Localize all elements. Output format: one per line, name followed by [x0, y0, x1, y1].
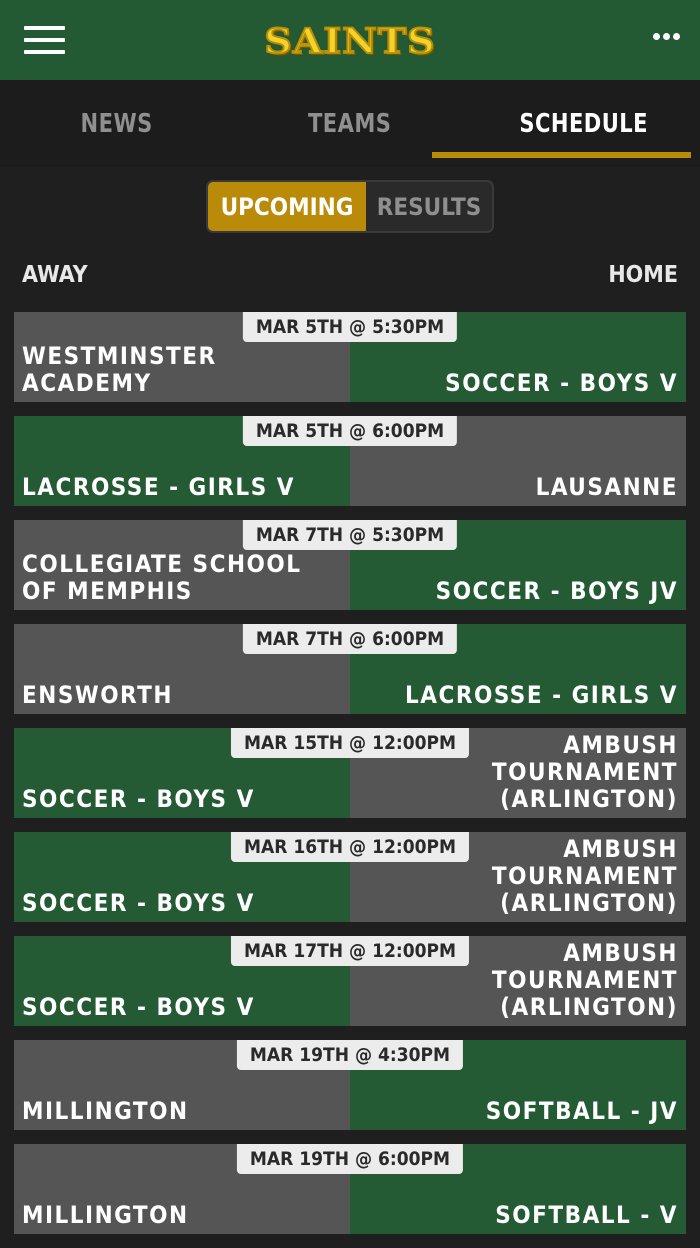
away-team-name: ENSWORTH: [22, 681, 173, 709]
game-date-badge: MAR 16TH @ 12:00PM: [230, 832, 470, 862]
game-row[interactable]: SOCCER - BOYS V AMBUSH TOURNAMENT (ARLINGT…: [14, 728, 686, 818]
game-date-badge: MAR 7TH @ 6:00PM: [242, 624, 458, 654]
game-date-badge: MAR 19TH @ 6:00PM: [236, 1144, 464, 1174]
home-team-name: AMBUSH TOURNAMENT (ARLINGTON): [491, 835, 678, 917]
column-labels: AWAY HOME: [22, 262, 678, 294]
home-team-name: LACROSSE - GIRLS V: [405, 681, 678, 709]
game-date-badge: MAR 19TH @ 4:30PM: [236, 1040, 464, 1070]
game-row[interactable]: MILLINGTON SOFTBALL - JV MAR 19TH @ 4:30…: [14, 1040, 686, 1130]
results-segment[interactable]: RESULTS: [366, 182, 492, 231]
home-team-name: SOFTBALL - JV: [485, 1097, 678, 1125]
game-date-badge: MAR 17TH @ 12:00PM: [230, 936, 470, 966]
away-team-name: MILLINGTON: [22, 1201, 189, 1229]
active-tab-indicator: [432, 152, 691, 158]
saints-logo: SAINTS: [263, 18, 436, 61]
game-row[interactable]: ENSWORTH LACROSSE - GIRLS V MAR 7TH @ 6:…: [14, 624, 686, 714]
tab-teams[interactable]: TEAMS: [245, 80, 455, 167]
main-tabs: NEWS TEAMS SCHEDULE: [0, 80, 700, 167]
game-row[interactable]: MILLINGTON SOFTBALL - V MAR 19TH @ 6:00P…: [14, 1144, 686, 1234]
home-team-name: SOCCER - BOYS JV: [435, 577, 678, 605]
more-options-icon[interactable]: [653, 33, 680, 40]
home-team-name: AMBUSH TOURNAMENT (ARLINGTON): [491, 939, 678, 1021]
game-row[interactable]: COLLEGIATE SCHOOL OF MEMPHIS SOCCER - BOY…: [14, 520, 686, 610]
schedule-filter: UPCOMING RESULTS: [206, 180, 494, 233]
upcoming-segment[interactable]: UPCOMING: [208, 182, 366, 231]
game-date-badge: MAR 5TH @ 6:00PM: [242, 416, 458, 446]
game-row[interactable]: WESTMINSTER ACADEMY SOCCER - BOYS V MAR 5…: [14, 312, 686, 402]
away-team-name: SOCCER - BOYS V: [22, 889, 255, 917]
game-row[interactable]: LACROSSE - GIRLS V LAUSANNE MAR 5TH @ 6:…: [14, 416, 686, 506]
home-column-label: HOME: [608, 262, 678, 288]
away-team-name: SOCCER - BOYS V: [22, 993, 255, 1021]
game-date-badge: MAR 5TH @ 5:30PM: [242, 312, 458, 342]
away-team-name: SOCCER - BOYS V: [22, 785, 255, 813]
home-team-name: SOCCER - BOYS V: [445, 369, 678, 397]
game-row[interactable]: SOCCER - BOYS V AMBUSH TOURNAMENT (ARLINGT…: [14, 832, 686, 922]
game-date-badge: MAR 7TH @ 5:30PM: [242, 520, 458, 550]
away-team-name: MILLINGTON: [22, 1097, 189, 1125]
away-team-name: COLLEGIATE SCHOOL OF MEMPHIS: [22, 550, 302, 605]
app-header: SAINTS: [0, 0, 700, 80]
menu-icon[interactable]: [24, 26, 65, 54]
away-team-name: WESTMINSTER ACADEMY: [22, 342, 217, 397]
home-team-name: LAUSANNE: [535, 473, 678, 501]
away-column-label: AWAY: [22, 262, 88, 288]
away-team-name: LACROSSE - GIRLS V: [22, 473, 295, 501]
home-team-name: SOFTBALL - V: [495, 1201, 678, 1229]
tab-news[interactable]: NEWS: [12, 80, 222, 167]
games-list: WESTMINSTER ACADEMY SOCCER - BOYS V MAR 5…: [14, 312, 686, 1248]
game-row[interactable]: SOCCER - BOYS V AMBUSH TOURNAMENT (ARLINGT…: [14, 936, 686, 1026]
home-team-name: AMBUSH TOURNAMENT (ARLINGTON): [491, 731, 678, 813]
game-date-badge: MAR 15TH @ 12:00PM: [230, 728, 470, 758]
